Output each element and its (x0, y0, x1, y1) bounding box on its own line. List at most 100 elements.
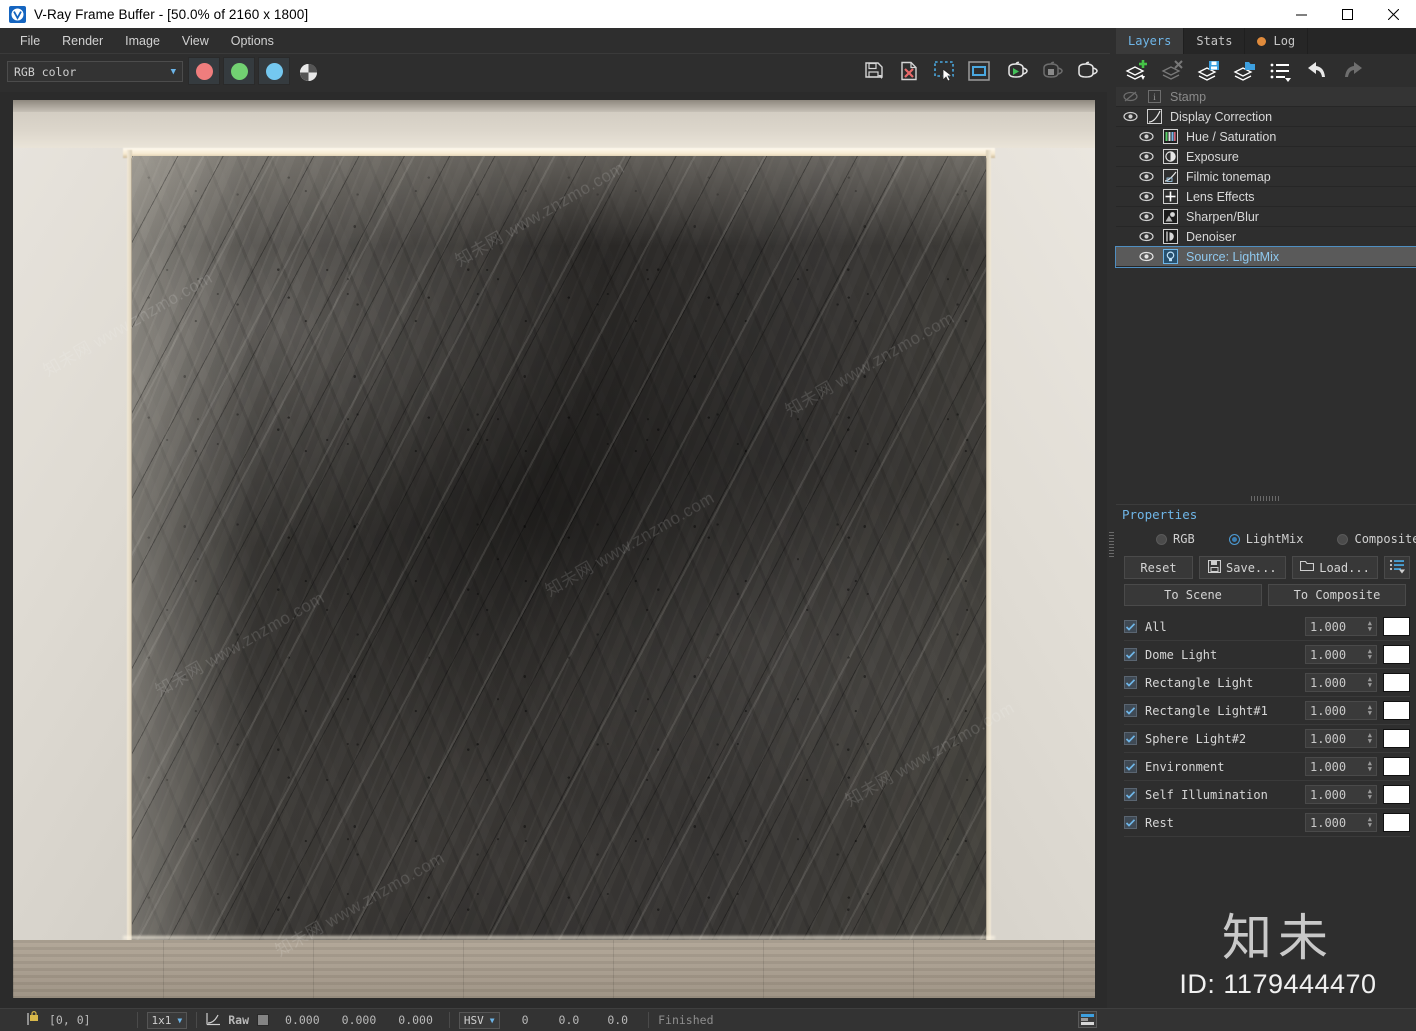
light-enable-checkbox[interactable] (1124, 620, 1137, 633)
layer-row-source-lightmix[interactable]: Source: LightMix (1115, 246, 1416, 268)
light-color-swatch[interactable] (1383, 673, 1410, 692)
menu-file[interactable]: File (9, 31, 51, 51)
tab-stats[interactable]: Stats (1184, 28, 1246, 54)
spinner-arrows-icon[interactable]: ▲ ▼ (1368, 732, 1372, 745)
curve-small-icon[interactable] (206, 1012, 221, 1029)
layer-row-stamp[interactable]: i Stamp (1116, 87, 1416, 107)
visibility-on-icon[interactable] (1132, 151, 1160, 162)
save-image-icon[interactable] (860, 58, 888, 84)
stop-render-icon[interactable] (1038, 58, 1066, 84)
light-row-rest[interactable]: Rest 1.000 ▲ ▼ (1124, 809, 1410, 837)
load-layers-button[interactable] (1230, 57, 1260, 84)
save-layers-button[interactable] (1194, 57, 1224, 84)
layer-presets-button[interactable] (1266, 57, 1296, 84)
blue-channel-button[interactable] (258, 57, 290, 85)
light-row-dome-light[interactable]: Dome Light 1.000 ▲ ▼ (1124, 641, 1410, 669)
visibility-off-icon[interactable] (1116, 91, 1144, 102)
minimize-button[interactable] (1278, 0, 1324, 28)
spinner-arrows-icon[interactable]: ▲ ▼ (1368, 676, 1372, 689)
spinner-arrows-icon[interactable]: ▲ ▼ (1368, 816, 1372, 829)
light-color-swatch[interactable] (1383, 645, 1410, 664)
light-intensity-input[interactable]: 1.000 ▲ ▼ (1305, 813, 1377, 832)
radio-lightmix[interactable]: LightMix (1228, 532, 1303, 546)
region-select-icon[interactable] (930, 58, 958, 84)
close-button[interactable] (1370, 0, 1416, 28)
light-enable-checkbox[interactable] (1124, 788, 1137, 801)
light-intensity-input[interactable]: 1.000 ▲ ▼ (1305, 729, 1377, 748)
start-render-icon[interactable] (1003, 58, 1031, 84)
menu-view[interactable]: View (171, 31, 220, 51)
viewport-panel-splitter[interactable] (1107, 92, 1116, 1008)
light-intensity-input[interactable]: 1.000 ▲ ▼ (1305, 757, 1377, 776)
radio-composite[interactable]: Composite (1337, 532, 1416, 546)
undo-button[interactable] (1302, 57, 1332, 84)
to-scene-button[interactable]: To Scene (1124, 584, 1262, 606)
light-row-self-illumination[interactable]: Self Illumination 1.000 ▲ ▼ (1124, 781, 1410, 809)
delete-layer-button[interactable] (1158, 57, 1188, 84)
red-channel-button[interactable] (188, 57, 220, 85)
light-color-swatch[interactable] (1383, 701, 1410, 720)
light-color-swatch[interactable] (1383, 617, 1410, 636)
light-enable-checkbox[interactable] (1124, 732, 1137, 745)
layer-row-display-correction[interactable]: Display Correction (1116, 107, 1416, 127)
pin-lock-icon[interactable] (26, 1011, 39, 1029)
radio-rgb[interactable]: RGB (1156, 532, 1195, 546)
layer-row-lens-effects[interactable]: Lens Effects (1116, 187, 1416, 207)
clear-image-icon[interactable] (895, 58, 923, 84)
light-intensity-input[interactable]: 1.000 ▲ ▼ (1305, 701, 1377, 720)
light-color-swatch[interactable] (1383, 729, 1410, 748)
light-row-rectangle-light-1[interactable]: Rectangle Light#1 1.000 ▲ ▼ (1124, 697, 1410, 725)
add-layer-button[interactable] (1122, 57, 1152, 84)
light-enable-checkbox[interactable] (1124, 648, 1137, 661)
show-render-region-icon[interactable] (965, 58, 993, 84)
light-row-sphere-light-2[interactable]: Sphere Light#2 1.000 ▲ ▼ (1124, 725, 1410, 753)
to-composite-button[interactable]: To Composite (1268, 584, 1406, 606)
menu-render[interactable]: Render (51, 31, 114, 51)
light-row-rectangle-light[interactable]: Rectangle Light 1.000 ▲ ▼ (1124, 669, 1410, 697)
spinner-arrows-icon[interactable]: ▲ ▼ (1368, 760, 1372, 773)
spinner-arrows-icon[interactable]: ▲ ▼ (1368, 620, 1372, 633)
alpha-channel-button[interactable] (294, 59, 322, 85)
maximize-button[interactable] (1324, 0, 1370, 28)
tab-layers[interactable]: Layers (1116, 28, 1185, 54)
menu-image[interactable]: Image (114, 31, 171, 51)
spinner-arrows-icon[interactable]: ▲ ▼ (1368, 704, 1372, 717)
tab-log[interactable]: Log (1245, 28, 1309, 54)
layer-list-empty-area[interactable] (1116, 267, 1416, 492)
visibility-on-icon[interactable] (1132, 211, 1160, 222)
redo-button[interactable] (1338, 57, 1368, 84)
light-row-all[interactable]: All 1.000 ▲ ▼ (1124, 613, 1410, 641)
load-button[interactable]: Load... (1291, 556, 1379, 579)
visibility-on-icon[interactable] (1132, 131, 1160, 142)
light-intensity-input[interactable]: 1.000 ▲ ▼ (1305, 617, 1377, 636)
save-button[interactable]: Save... (1198, 556, 1286, 579)
spinner-arrows-icon[interactable]: ▲ ▼ (1368, 648, 1372, 661)
menu-options[interactable]: Options (220, 31, 285, 51)
layer-row-filmic-tonemap[interactable]: Filmic tonemap (1116, 167, 1416, 187)
sample-size-select[interactable]: 1x1 ▼ (146, 1011, 188, 1029)
light-color-swatch[interactable] (1383, 785, 1410, 804)
properties-splitter[interactable] (1116, 492, 1416, 504)
reset-button[interactable]: Reset (1124, 556, 1193, 579)
light-row-environment[interactable]: Environment 1.000 ▲ ▼ (1124, 753, 1410, 781)
visibility-on-icon[interactable] (1132, 191, 1160, 202)
light-intensity-input[interactable]: 1.000 ▲ ▼ (1305, 673, 1377, 692)
lightmix-menu-button[interactable] (1384, 556, 1411, 579)
light-intensity-input[interactable]: 1.000 ▲ ▼ (1305, 785, 1377, 804)
spinner-arrows-icon[interactable]: ▲ ▼ (1368, 788, 1372, 801)
light-color-swatch[interactable] (1383, 813, 1410, 832)
color-space-select[interactable]: HSV ▼ (458, 1011, 500, 1029)
light-intensity-input[interactable]: 1.000 ▲ ▼ (1305, 645, 1377, 664)
green-channel-button[interactable] (223, 57, 255, 85)
layer-row-hue-saturation[interactable]: Hue / Saturation (1116, 127, 1416, 147)
light-enable-checkbox[interactable] (1124, 676, 1137, 689)
light-enable-checkbox[interactable] (1124, 760, 1137, 773)
light-enable-checkbox[interactable] (1124, 704, 1137, 717)
layer-row-denoiser[interactable]: Denoiser (1116, 227, 1416, 247)
layer-row-sharpen-blur[interactable]: Sharpen/Blur (1116, 207, 1416, 227)
light-enable-checkbox[interactable] (1124, 816, 1137, 829)
render-last-icon[interactable] (1073, 58, 1101, 84)
panel-toggle-icon[interactable] (1078, 1011, 1097, 1028)
visibility-on-icon[interactable] (1132, 171, 1160, 182)
light-color-swatch[interactable] (1383, 757, 1410, 776)
